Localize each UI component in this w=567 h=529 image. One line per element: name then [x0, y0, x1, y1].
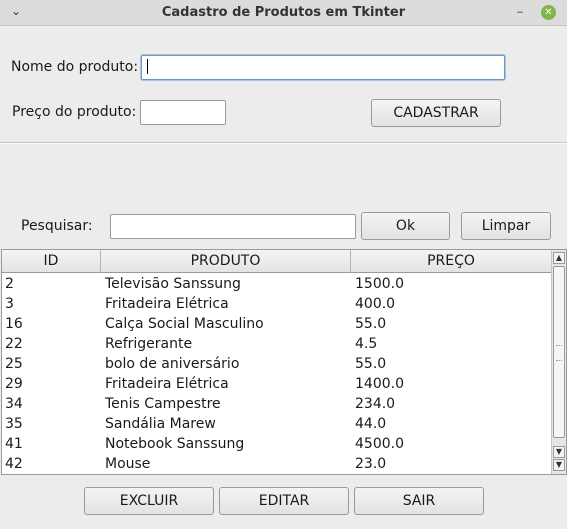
cell-product: Notebook Sanssung: [105, 436, 245, 452]
cell-product: Sandália Marew: [105, 416, 216, 432]
table-row[interactable]: 2 Televisão Sanssung 1500.0: [2, 274, 551, 294]
cell-price: 1500.0: [355, 276, 404, 292]
cell-price: 23.0: [355, 456, 387, 472]
cell-price: 4.5: [355, 336, 378, 352]
minimize-icon[interactable]: ‒: [512, 4, 528, 20]
table-row[interactable]: 29 Fritadeira Elétrica 1400.0: [2, 374, 551, 394]
products-table[interactable]: ID PRODUTO PREÇO 2 Televisão Sanssung 15…: [1, 249, 567, 475]
scroll-down-arrow-icon[interactable]: ▼: [553, 446, 565, 458]
cell-id: 22: [5, 336, 23, 352]
register-button[interactable]: CADASTRAR: [371, 99, 501, 127]
cell-product: Televisão Sanssung: [105, 276, 241, 292]
cell-id: 42: [5, 456, 23, 472]
table-row[interactable]: 3 Fritadeira Elétrica 400.0: [2, 294, 551, 314]
cell-price: 234.0: [355, 396, 396, 412]
cell-price: 55.0: [355, 356, 387, 372]
table-row[interactable]: 42 Mouse 23.0: [2, 454, 551, 474]
edit-button[interactable]: EDITAR: [219, 487, 349, 515]
cell-product: Refrigerante: [105, 336, 193, 352]
cell-id: 25: [5, 356, 23, 372]
ok-button[interactable]: Ok: [361, 212, 450, 240]
cell-price: 44.0: [355, 416, 387, 432]
close-icon[interactable]: ✕: [541, 5, 556, 20]
title-bar: ⌄ Cadastro de Produtos em Tkinter ‒ ✕: [0, 0, 567, 26]
cell-product: Calça Social Masculino: [105, 316, 264, 332]
table-row[interactable]: 34 Tenis Campestre 234.0: [2, 394, 551, 414]
cell-product: Tenis Campestre: [105, 396, 221, 412]
cell-product: Fritadeira Elétrica: [105, 296, 229, 312]
text-caret: [147, 59, 148, 74]
column-header-id[interactable]: ID: [2, 250, 101, 273]
cell-id: 41: [5, 436, 23, 452]
cell-id: 3: [5, 296, 14, 312]
table-row[interactable]: 16 Calça Social Masculino 55.0: [2, 314, 551, 334]
product-price-label: Preço do produto:: [12, 104, 137, 120]
cell-product: Mouse: [105, 456, 151, 472]
product-price-input[interactable]: [140, 100, 226, 125]
table-row[interactable]: 22 Refrigerante 4.5: [2, 334, 551, 354]
delete-button[interactable]: EXCLUIR: [84, 487, 214, 515]
cell-price: 1400.0: [355, 376, 404, 392]
cell-id: 16: [5, 316, 23, 332]
vertical-scrollbar[interactable]: ▲ ▼ ▼: [551, 250, 566, 474]
cell-id: 34: [5, 396, 23, 412]
cell-id: 35: [5, 416, 23, 432]
scroll-up-arrow-icon[interactable]: ▲: [553, 252, 565, 264]
cell-price: 55.0: [355, 316, 387, 332]
table-row[interactable]: 41 Notebook Sanssung 4500.0: [2, 434, 551, 454]
column-header-product[interactable]: PRODUTO: [101, 250, 351, 273]
cell-product: bolo de aniversário: [105, 356, 240, 372]
window-title: Cadastro de Produtos em Tkinter: [161, 5, 406, 20]
search-input[interactable]: [110, 214, 356, 239]
cell-price: 400.0: [355, 296, 396, 312]
table-header: ID PRODUTO PREÇO: [2, 250, 551, 273]
table-row[interactable]: 25 bolo de aniversário 55.0: [2, 354, 551, 374]
scrollbar-grip: [556, 345, 562, 361]
scroll-down-end-arrow-icon[interactable]: ▼: [553, 459, 565, 471]
cell-id: 29: [5, 376, 23, 392]
table-row[interactable]: 35 Sandália Marew 44.0: [2, 414, 551, 434]
cell-product: Fritadeira Elétrica: [105, 376, 229, 392]
search-label: Pesquisar:: [21, 218, 93, 234]
exit-button[interactable]: SAIR: [354, 487, 484, 515]
product-name-input[interactable]: [141, 55, 505, 80]
cell-id: 2: [5, 276, 14, 292]
clear-button[interactable]: Limpar: [461, 212, 551, 240]
scrollbar-thumb[interactable]: [553, 266, 565, 438]
cell-price: 4500.0: [355, 436, 404, 452]
column-header-price[interactable]: PREÇO: [351, 250, 551, 273]
product-name-label: Nome do produto:: [11, 59, 139, 75]
section-divider: [0, 142, 567, 144]
